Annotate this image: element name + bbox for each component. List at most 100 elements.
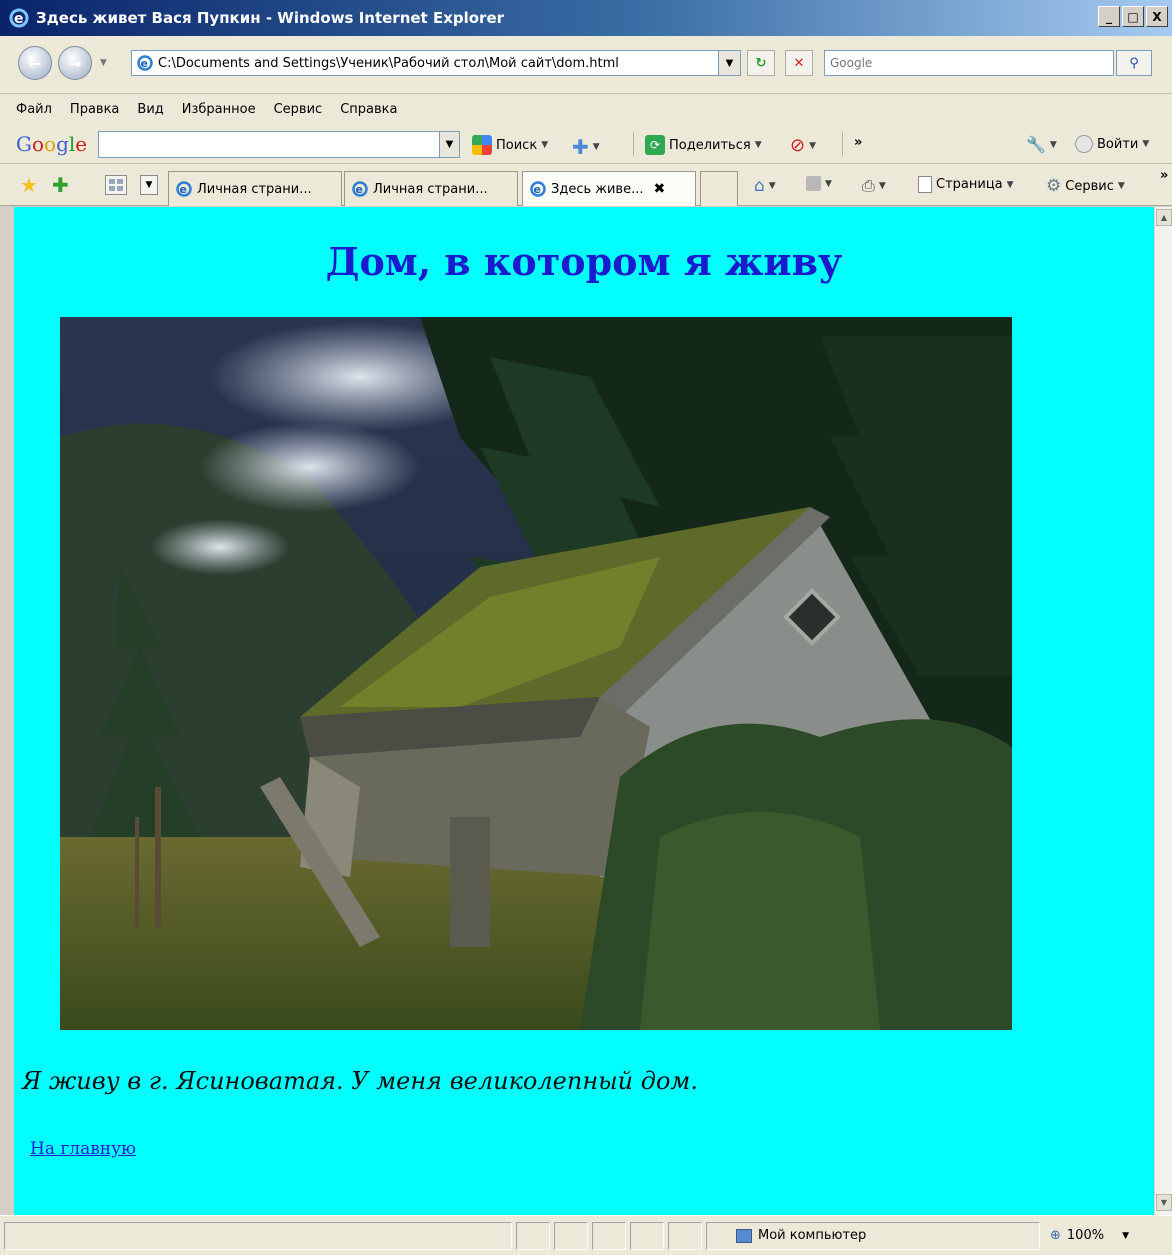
- chevron-down-icon: ▼: [1117, 181, 1125, 191]
- minimize-button[interactable]: _: [1098, 6, 1120, 27]
- address-dropdown-icon[interactable]: ▼: [719, 50, 741, 76]
- menu-bar: Файл Правка Вид Избранное Сервис Справка: [0, 94, 1172, 124]
- print-button[interactable]: ⎙ ▼: [862, 176, 886, 196]
- share-label: Поделиться: [669, 137, 751, 153]
- scroll-up-arrow-icon[interactable]: ▲: [1156, 209, 1172, 226]
- vertical-scrollbar[interactable]: ▲ ▼: [1154, 207, 1172, 1215]
- maximize-button[interactable]: □: [1122, 6, 1144, 27]
- ie-logo-icon: e: [9, 8, 29, 28]
- computer-icon: [736, 1228, 752, 1243]
- commandbar-more-button[interactable]: »: [1160, 168, 1168, 183]
- status-cell: [592, 1222, 626, 1250]
- quick-tabs-icon[interactable]: [105, 175, 127, 195]
- favorites-star-icon[interactable]: ★: [20, 173, 38, 197]
- feeds-button[interactable]: ▼: [806, 176, 832, 191]
- chevron-down-icon: ▼: [1049, 139, 1057, 150]
- history-dropdown-icon[interactable]: ▼: [100, 58, 107, 68]
- security-zone-label: Мой компьютер: [758, 1228, 867, 1243]
- page-content: Дом, в котором я живу Я живу в г. Ясинов…: [14, 207, 1154, 1215]
- plus-icon: ✚: [572, 135, 589, 159]
- add-favorite-icon[interactable]: ✚: [52, 173, 69, 197]
- tools-menu-label: Сервис: [1065, 178, 1114, 194]
- user-circle-icon: [1075, 135, 1093, 153]
- page-heading: Дом, в котором я живу: [325, 239, 843, 284]
- back-arrow-icon: ←: [28, 53, 42, 73]
- security-zone[interactable]: Мой компьютер: [736, 1228, 866, 1243]
- search-input[interactable]: Google: [824, 50, 1114, 76]
- status-bar: Мой компьютер ⊕ 100% ▼: [0, 1215, 1172, 1255]
- chevron-down-icon: ▼: [768, 181, 776, 191]
- zoom-icon: ⊕: [1050, 1228, 1061, 1243]
- toolbar-more-button[interactable]: »: [854, 135, 862, 150]
- back-button[interactable]: ←: [18, 46, 52, 80]
- chevron-down-icon: ▼: [541, 140, 549, 150]
- chevron-down-icon: ▼: [1006, 179, 1014, 190]
- page-icon: e: [530, 181, 546, 197]
- search-icon: ⚲: [1129, 55, 1139, 71]
- forward-arrow-icon: →: [68, 53, 82, 73]
- close-tab-icon[interactable]: ✖: [653, 181, 665, 197]
- stop-icon: ✕: [793, 55, 805, 71]
- signin-label: Войти: [1097, 136, 1139, 152]
- zoom-level: 100%: [1066, 1228, 1105, 1243]
- page-icon: e: [176, 181, 192, 197]
- popup-blocker-icon: ⊘: [790, 135, 806, 156]
- stop-button[interactable]: ✕: [785, 50, 813, 76]
- window-controls: _ □ X: [1098, 6, 1168, 27]
- new-tab-button[interactable]: [700, 171, 738, 206]
- menu-file[interactable]: Файл: [16, 102, 52, 117]
- menu-edit[interactable]: Правка: [70, 102, 119, 117]
- menu-help[interactable]: Справка: [340, 102, 397, 117]
- wrench-icon: 🔧: [1026, 135, 1046, 154]
- signin-button[interactable]: Войти ▼: [1075, 135, 1149, 153]
- intro-text: Я живу в г. Ясиноватая. У меня великолеп…: [22, 1067, 698, 1095]
- home-button[interactable]: ⌂ ▼: [754, 176, 776, 196]
- google-logo: Google: [16, 132, 88, 156]
- svg-text:e: e: [141, 57, 148, 70]
- menu-favorites[interactable]: Избранное: [182, 102, 256, 117]
- google-search-input[interactable]: [98, 131, 440, 158]
- chevron-down-icon: ▼: [825, 178, 832, 189]
- menu-tools[interactable]: Сервис: [274, 102, 323, 117]
- tools-menu-button[interactable]: ⚙ Сервис ▼: [1046, 176, 1125, 196]
- scroll-down-arrow-icon[interactable]: ▼: [1156, 1194, 1172, 1211]
- wrench-settings-button[interactable]: 🔧 ▼: [1026, 135, 1057, 154]
- chevron-down-icon: ▼: [592, 142, 600, 152]
- gear-icon: ⚙: [1046, 176, 1062, 196]
- close-button[interactable]: X: [1146, 6, 1168, 27]
- tab-list-dropdown-icon[interactable]: ▼: [140, 175, 158, 195]
- printer-icon: ⎙: [862, 176, 875, 195]
- page-menu-label: Страница: [936, 177, 1003, 192]
- status-cell: [516, 1222, 550, 1250]
- google-search-button[interactable]: Поиск ▼: [472, 135, 548, 155]
- svg-text:e: e: [180, 183, 187, 196]
- refresh-button[interactable]: ↻: [747, 50, 775, 76]
- home-link[interactable]: На главную: [30, 1139, 136, 1159]
- share-button[interactable]: ⟳ Поделиться ▼: [645, 135, 762, 155]
- chevron-down-icon: ▼: [878, 181, 886, 191]
- popup-blocker-button[interactable]: ⊘ ▼: [790, 135, 816, 156]
- google-search-label: Поиск: [496, 137, 538, 153]
- tab-current-page[interactable]: e Здесь живе... ✖: [522, 171, 696, 206]
- svg-text:e: e: [356, 183, 363, 196]
- title-bar: e Здесь живет Вася Пупкин - Windows Inte…: [0, 0, 1172, 36]
- add-button[interactable]: ✚ ▼: [572, 135, 600, 159]
- status-cell: [554, 1222, 588, 1250]
- google-search-dropdown-icon[interactable]: ▼: [440, 131, 460, 158]
- tab-personal-page-2[interactable]: e Личная страни...: [344, 171, 518, 206]
- status-cell: [630, 1222, 664, 1250]
- address-bar[interactable]: e C:\Documents and Settings\Ученик\Рабоч…: [131, 50, 719, 76]
- tab-personal-page-1[interactable]: e Личная страни...: [168, 171, 342, 206]
- home-icon: ⌂: [754, 176, 765, 196]
- forward-button[interactable]: →: [58, 46, 92, 80]
- page-menu-button[interactable]: Страница ▼: [918, 176, 1014, 193]
- zoom-control[interactable]: ⊕ 100% ▼: [1050, 1228, 1129, 1243]
- menu-view[interactable]: Вид: [137, 102, 163, 117]
- chevron-down-icon: ▼: [1142, 139, 1150, 149]
- chevron-down-icon: ▼: [754, 140, 762, 150]
- search-button[interactable]: ⚲: [1116, 50, 1152, 76]
- svg-text:e: e: [14, 11, 24, 27]
- chevron-down-icon: ▼: [1122, 1230, 1129, 1241]
- page-menu-icon: [918, 176, 932, 193]
- page-icon: e: [352, 181, 368, 197]
